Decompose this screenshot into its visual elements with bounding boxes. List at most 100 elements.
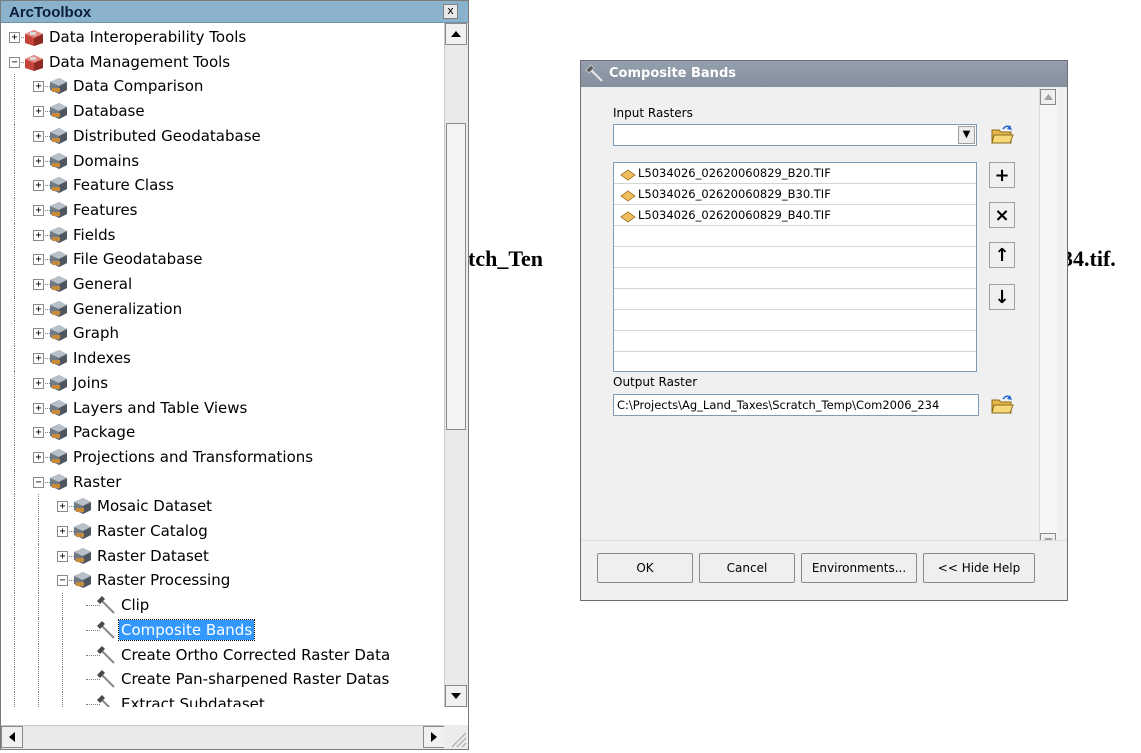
tree-item[interactable]: + Data Comparison [1, 74, 445, 100]
tree-item[interactable]: + Feature Class [1, 173, 445, 198]
expand-icon[interactable]: + [33, 204, 44, 216]
list-item[interactable] [614, 352, 976, 371]
tree-item-label[interactable]: Create Ortho Corrected Raster Data [119, 645, 392, 665]
tree-item[interactable]: + Domains [1, 148, 445, 174]
tree-item-label[interactable]: Features [71, 200, 140, 220]
expand-icon[interactable]: + [33, 81, 44, 93]
tree-item[interactable]: − Data Management Tools [1, 50, 445, 74]
tree-item[interactable]: Create Pan-sharpened Raster Datas [1, 667, 445, 692]
open-folder-icon[interactable] [989, 392, 1015, 418]
cancel-button[interactable]: Cancel [699, 553, 795, 583]
expand-icon[interactable]: + [33, 402, 44, 414]
expand-icon[interactable]: + [33, 180, 44, 192]
tree-item-label[interactable]: Graph [71, 323, 121, 343]
hide-help-button[interactable]: << Hide Help [923, 553, 1035, 583]
tree-item[interactable]: + Raster Dataset [1, 543, 445, 569]
tree-item-label[interactable]: Clip [119, 595, 151, 615]
scroll-right-arrow-icon[interactable] [423, 726, 445, 748]
tree-item[interactable]: + Layers and Table Views [1, 395, 445, 421]
ok-button[interactable]: OK [597, 553, 693, 583]
expand-icon[interactable]: + [33, 303, 44, 315]
tree-item-label[interactable]: Generalization [71, 299, 184, 319]
tree-item[interactable]: Create Ortho Corrected Raster Data [1, 642, 445, 668]
expand-icon[interactable]: + [9, 32, 20, 43]
tree-item[interactable]: + Raster Catalog [1, 519, 445, 544]
list-item[interactable] [614, 331, 976, 352]
move-down-icon[interactable]: ↓ [989, 284, 1015, 310]
list-item[interactable]: L5034026_02620060829_B40.TIF [614, 205, 976, 226]
expand-icon[interactable]: + [33, 279, 44, 290]
resize-grip-icon[interactable] [444, 725, 468, 749]
tree-item-label[interactable]: Fields [71, 225, 117, 245]
expand-icon[interactable]: + [33, 229, 44, 241]
list-item[interactable] [614, 310, 976, 331]
list-item[interactable]: L5034026_02620060829_B20.TIF [614, 163, 976, 184]
expand-icon[interactable]: + [33, 106, 44, 118]
tree-item[interactable]: + General [1, 272, 445, 297]
input-rasters-list[interactable]: L5034026_02620060829_B20.TIF L5034026_026… [613, 162, 977, 372]
tree-item[interactable]: + Features [1, 197, 445, 223]
expand-icon[interactable]: + [33, 451, 44, 463]
tree-item[interactable]: Extract Subdataset [1, 691, 445, 707]
tree-item-label[interactable]: Joins [71, 373, 110, 393]
scroll-down-arrow-icon[interactable] [445, 685, 467, 707]
expand-icon[interactable]: + [57, 526, 68, 537]
tree-item[interactable]: + Database [1, 99, 445, 124]
tree-item[interactable]: + File Geodatabase [1, 247, 445, 272]
tree-item-label[interactable]: Composite Bands [117, 618, 256, 641]
list-item[interactable] [614, 268, 976, 289]
toolbox-vertical-scrollbar[interactable] [444, 23, 468, 707]
scroll-up-arrow-icon[interactable] [445, 23, 467, 45]
tree-item-label[interactable]: Data Interoperability Tools [47, 27, 248, 47]
tree-item[interactable]: − Raster [1, 469, 445, 495]
tree-item[interactable]: + Data Interoperability Tools [1, 25, 445, 49]
tree-item-label[interactable]: Extract Subdataset [119, 694, 267, 707]
chevron-down-icon[interactable]: ▼ [958, 126, 975, 144]
list-item[interactable] [614, 226, 976, 247]
close-icon[interactable]: x [443, 4, 458, 19]
collapse-icon[interactable]: − [33, 476, 44, 488]
scroll-left-arrow-icon[interactable] [1, 726, 23, 748]
tree-item-label[interactable]: Distributed Geodatabase [71, 126, 263, 146]
tree-item-label[interactable]: Database [71, 101, 147, 121]
collapse-icon[interactable]: − [57, 575, 68, 587]
tree-item-label[interactable]: Layers and Table Views [71, 398, 249, 418]
tree-item[interactable]: + Indexes [1, 346, 445, 371]
tree-item[interactable]: Clip [1, 593, 445, 618]
add-icon[interactable]: + [989, 162, 1015, 188]
tree-item-label[interactable]: Raster [71, 472, 123, 492]
move-up-icon[interactable]: ↑ [989, 242, 1015, 268]
tree-item[interactable]: + Fields [1, 222, 445, 248]
open-folder-icon[interactable] [989, 122, 1015, 148]
expand-icon[interactable]: + [33, 377, 44, 389]
list-item[interactable]: L5034026_02620060829_B30.TIF [614, 184, 976, 205]
expand-icon[interactable]: + [33, 328, 44, 340]
tree-item-label[interactable]: Data Management Tools [47, 52, 232, 72]
tree-item-label[interactable]: Mosaic Dataset [95, 496, 214, 516]
expand-icon[interactable]: + [33, 155, 44, 167]
tree-item-label[interactable]: Create Pan-sharpened Raster Datas [119, 669, 391, 689]
tree-item-label[interactable]: Raster Catalog [95, 521, 210, 541]
environments-button[interactable]: Environments... [801, 553, 917, 583]
tree-item-label[interactable]: Domains [71, 151, 141, 171]
tree-item[interactable]: + Joins [1, 370, 445, 396]
expand-icon[interactable]: + [33, 353, 44, 365]
expand-icon[interactable]: + [57, 501, 68, 513]
collapse-icon[interactable]: − [9, 56, 20, 68]
tree-item[interactable]: + Generalization [1, 296, 445, 322]
tree-item[interactable]: + Projections and Transformations [1, 444, 445, 470]
tree-item-label[interactable]: Package [71, 422, 137, 442]
expand-icon[interactable]: + [33, 427, 44, 439]
expand-icon[interactable]: + [33, 254, 44, 266]
tree-item-label[interactable]: Raster Dataset [95, 546, 211, 566]
tree-item-label[interactable]: General [71, 274, 134, 294]
tree-item[interactable]: − Raster Processing [1, 568, 445, 594]
remove-icon[interactable]: × [989, 202, 1015, 228]
scrollbar-thumb[interactable] [446, 123, 466, 430]
tree-item[interactable]: + Distributed Geodatabase [1, 123, 445, 149]
dialog-vertical-scrollbar[interactable] [1039, 89, 1057, 549]
tree-item-label[interactable]: Raster Processing [95, 570, 232, 590]
expand-icon[interactable]: + [33, 130, 44, 142]
expand-icon[interactable]: + [57, 550, 68, 562]
tree-item[interactable]: Composite Bands [1, 617, 445, 643]
